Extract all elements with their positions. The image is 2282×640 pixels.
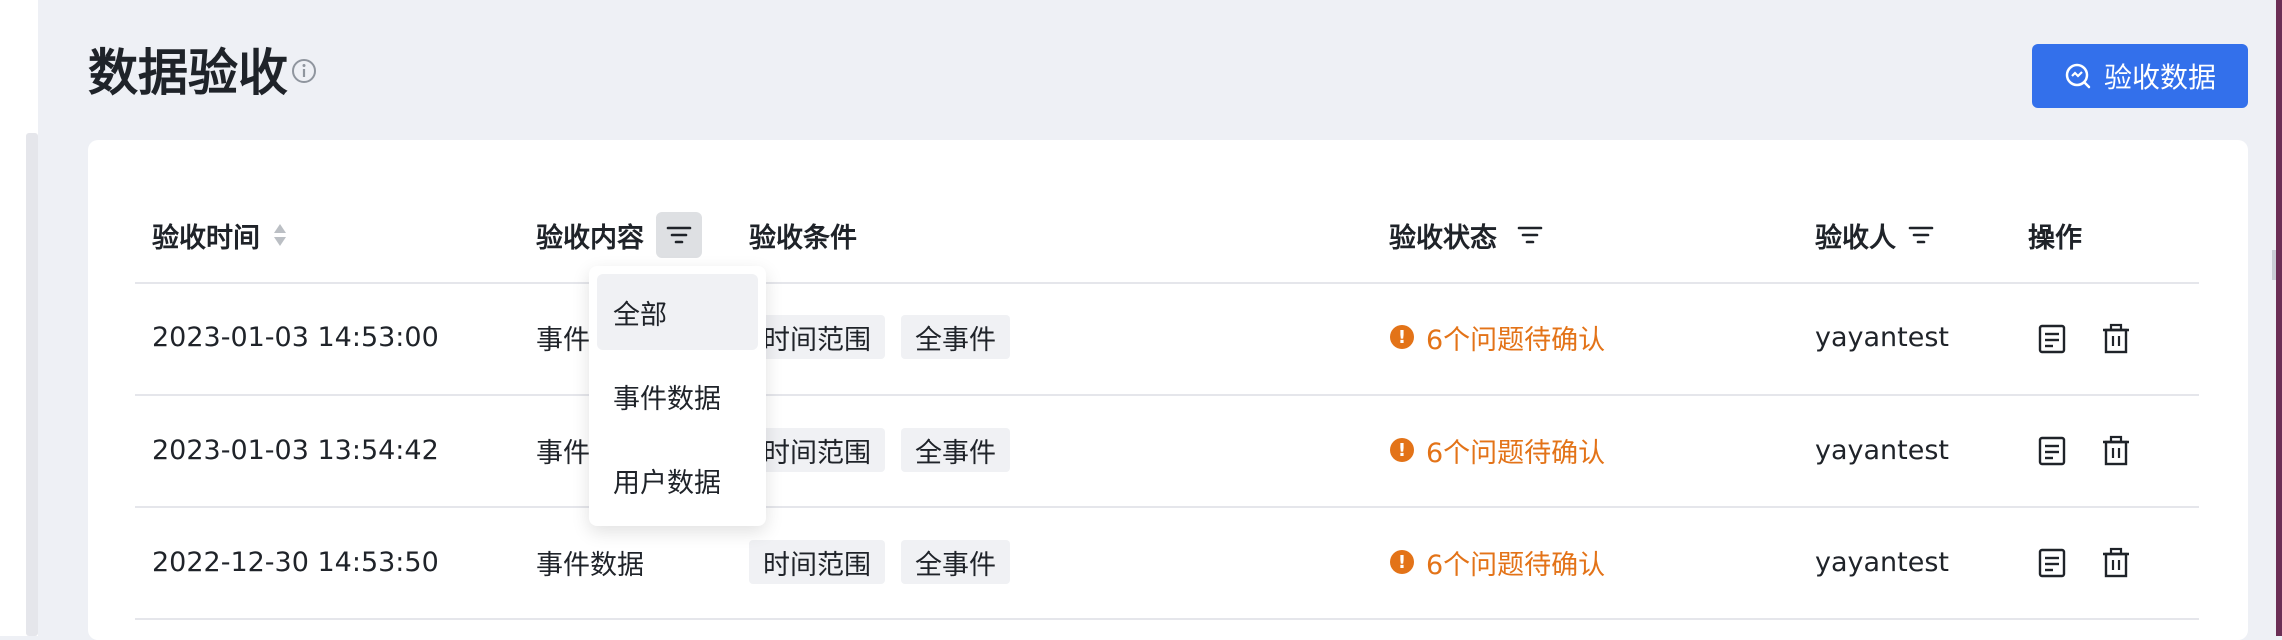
info-icon[interactable]	[291, 58, 317, 84]
condition-tag: 时间范围	[749, 428, 885, 472]
row-divider	[135, 618, 2199, 620]
warning-icon: !	[1390, 550, 1414, 574]
search-data-icon	[2065, 63, 2091, 89]
content-filter-dropdown: 全部 事件数据 用户数据	[589, 266, 766, 526]
row-3-status[interactable]: ! 6个问题待确认	[1390, 532, 1605, 592]
warning-icon: !	[1390, 438, 1414, 462]
column-header-time[interactable]: 验收时间	[152, 200, 288, 270]
page-title: 数据验收	[88, 44, 288, 102]
trash-icon[interactable]	[2099, 322, 2133, 356]
scrollbar[interactable]	[26, 133, 38, 636]
row-2-time: 2023-01-03 13:54:42	[152, 434, 439, 466]
row-3-content: 事件数据	[536, 549, 644, 581]
row-3-acceptor: yayantest	[1815, 546, 1950, 578]
row-3-conditions: 时间范围 全事件	[749, 532, 1026, 592]
row-1-status[interactable]: ! 6个问题待确认	[1390, 307, 1605, 367]
filter-option-all[interactable]: 全部	[597, 274, 758, 350]
trash-icon[interactable]	[2099, 546, 2133, 580]
document-icon[interactable]	[2035, 434, 2069, 468]
row-2-acceptor: yayantest	[1815, 434, 1950, 466]
column-header-actions: 操作	[2028, 222, 2082, 254]
condition-tag: 全事件	[901, 315, 1010, 359]
right-window-edge	[2276, 0, 2282, 636]
sort-icon[interactable]	[272, 222, 288, 248]
row-1-conditions: 时间范围 全事件	[749, 307, 1026, 367]
row-2-conditions: 时间范围 全事件	[749, 420, 1026, 480]
row-divider	[135, 394, 2199, 396]
filter-option-event-data[interactable]: 事件数据	[597, 358, 758, 434]
row-1-acceptor: yayantest	[1815, 321, 1950, 353]
warning-icon: !	[1390, 325, 1414, 349]
column-header-content[interactable]: 验收内容	[536, 200, 702, 270]
column-header-acceptor[interactable]: 验收人	[1815, 200, 1934, 270]
document-icon[interactable]	[2035, 546, 2069, 580]
row-3-time: 2022-12-30 14:53:50	[152, 546, 439, 578]
column-header-status[interactable]: 验收状态	[1389, 200, 1543, 270]
row-divider	[135, 506, 2199, 508]
filter-option-user-data[interactable]: 用户数据	[597, 442, 758, 518]
filter-icon[interactable]	[656, 212, 702, 258]
column-header-conditions: 验收条件	[749, 222, 857, 254]
filter-icon[interactable]	[1908, 224, 1934, 246]
accept-data-label: 验收数据	[2103, 61, 2216, 94]
condition-tag: 全事件	[901, 428, 1010, 472]
condition-tag: 时间范围	[749, 540, 885, 584]
filter-icon[interactable]	[1517, 224, 1543, 246]
document-icon[interactable]	[2035, 322, 2069, 356]
row-1-time: 2023-01-03 14:53:00	[152, 321, 439, 353]
condition-tag: 时间范围	[749, 315, 885, 359]
accept-data-button[interactable]: 验收数据	[2032, 44, 2248, 108]
header-divider	[135, 282, 2199, 284]
resize-handle[interactable]	[2272, 250, 2276, 280]
trash-icon[interactable]	[2099, 434, 2133, 468]
condition-tag: 全事件	[901, 540, 1010, 584]
row-2-status[interactable]: ! 6个问题待确认	[1390, 420, 1605, 480]
